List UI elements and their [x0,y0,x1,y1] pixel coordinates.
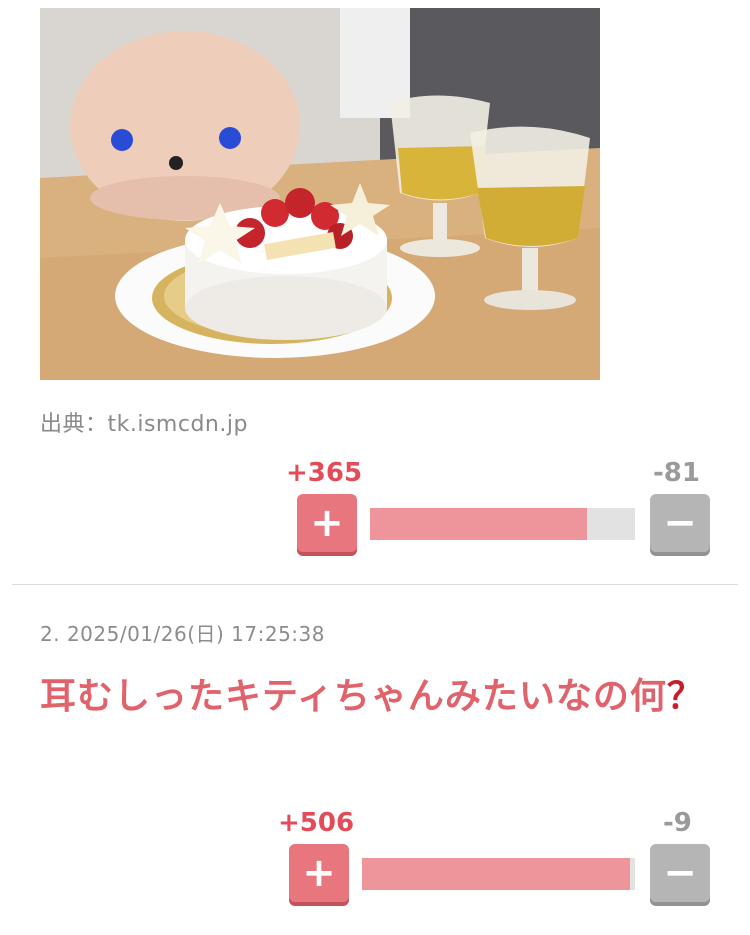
plus-icon: + [310,500,344,546]
image-source: 出典：tk.ismcdn.jp [40,412,248,437]
plus-count: +506 [278,808,355,838]
divider [12,584,738,585]
vote-ratio-bar [362,858,635,890]
post-meta: 2. 2025/01/26(日) 17:25:38 [40,622,325,646]
post-image[interactable] [40,8,600,380]
cake-photo [40,8,600,380]
post-text: 耳むしったキティちゃんみたいなの何 [40,676,667,717]
plus-count: +365 [286,458,363,488]
minus-button[interactable]: − [650,494,710,552]
vote-ratio-fill [370,508,587,540]
minus-icon: − [663,500,697,546]
post-body: 耳むしったキティちゃんみたいなの何？ [40,668,720,726]
plus-button[interactable]: + [289,844,349,902]
vote-bar-1: +365 -81 + − [0,458,750,552]
minus-count: -81 [653,458,700,488]
minus-count: -9 [663,808,692,838]
plus-icon: + [302,850,336,896]
question-mark-icon: ？ [666,676,704,717]
vote-ratio-fill [362,858,631,890]
plus-button[interactable]: + [297,494,357,552]
vote-ratio-bar [370,508,635,540]
minus-icon: − [663,850,697,896]
minus-button[interactable]: − [650,844,710,902]
vote-bar-2: +506 -9 + − [0,808,750,902]
